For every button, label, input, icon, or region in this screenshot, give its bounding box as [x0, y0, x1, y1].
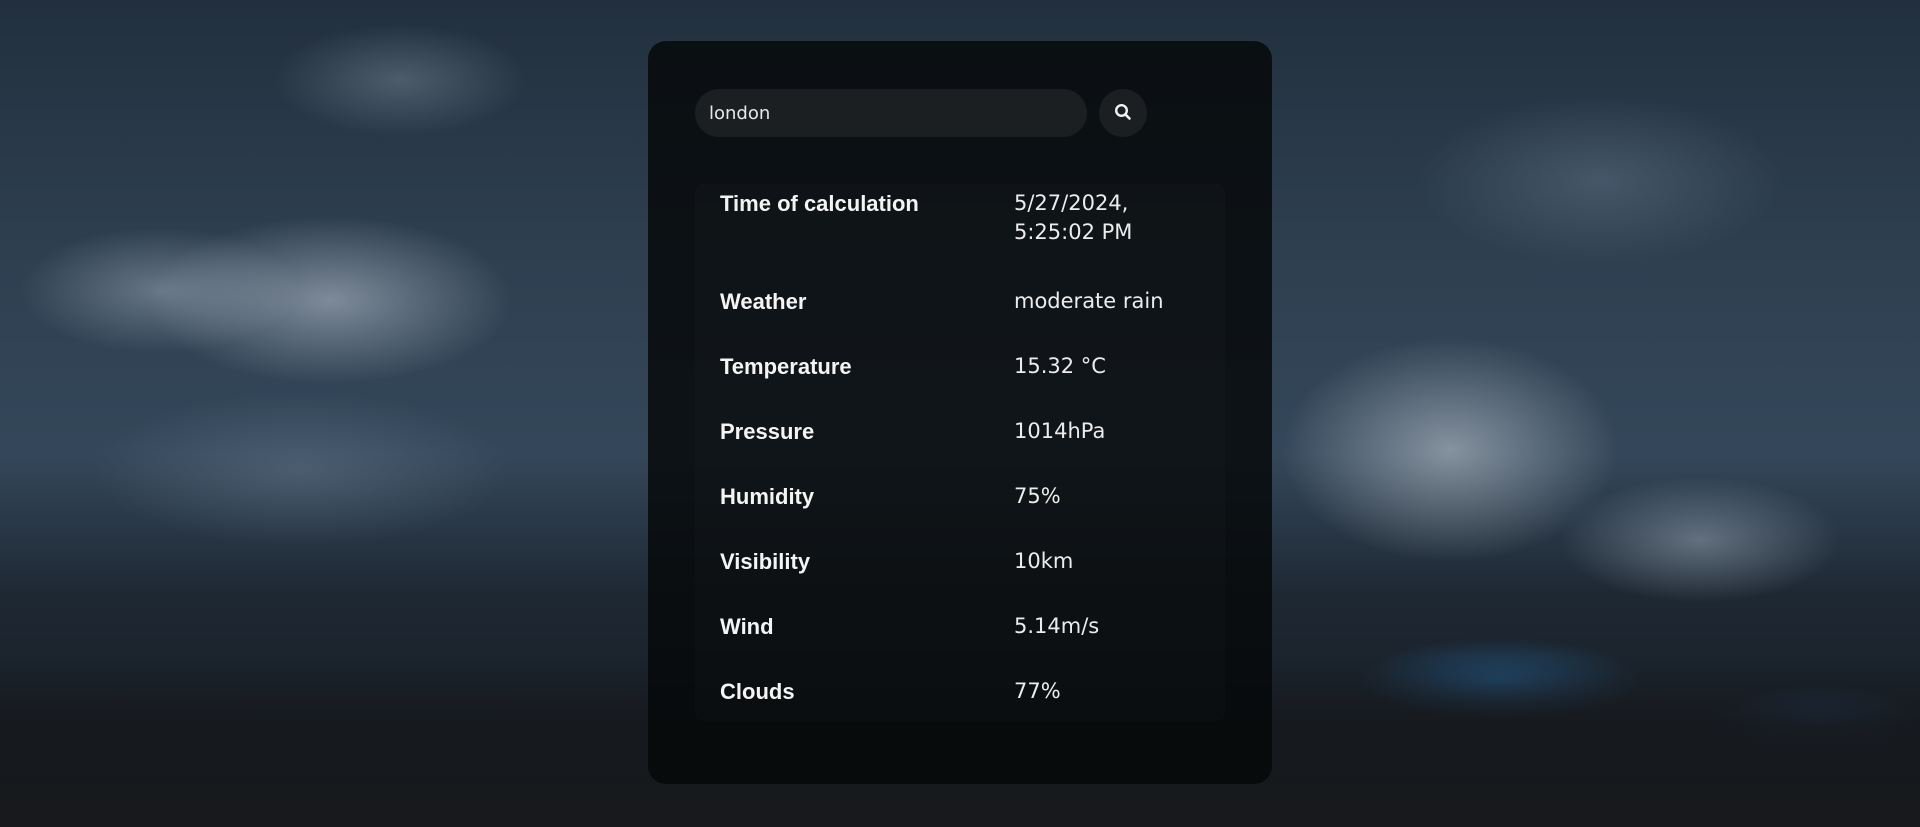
info-row-temperature: Temperature 15.32 °C — [695, 331, 1225, 396]
row-value: 5/27/2024, 5:25:02 PM — [1014, 191, 1133, 244]
info-row-visibility: Visibility 10km — [695, 526, 1225, 591]
row-value: 10km — [1014, 549, 1074, 573]
row-label: Weather — [720, 289, 807, 314]
info-row-wind: Wind 5.14m/s — [695, 591, 1225, 656]
row-value: 15.32 °C — [1014, 354, 1106, 378]
info-row-pressure: Pressure 1014hPa — [695, 396, 1225, 461]
row-label: Clouds — [720, 679, 795, 704]
info-row-humidity: Humidity 75% — [695, 461, 1225, 526]
row-label: Temperature — [720, 354, 852, 379]
weather-info-table: Time of calculation 5/27/2024, 5:25:02 P… — [695, 184, 1225, 721]
search-bar — [695, 89, 1147, 137]
city-search-input[interactable] — [695, 89, 1087, 137]
row-value: 75% — [1014, 484, 1061, 508]
search-icon — [1114, 103, 1132, 124]
row-label: Time of calculation — [720, 191, 919, 216]
weather-card: Time of calculation 5/27/2024, 5:25:02 P… — [648, 41, 1272, 784]
info-row-weather: Weather moderate rain — [695, 266, 1225, 331]
row-value: moderate rain — [1014, 289, 1164, 313]
search-button[interactable] — [1099, 89, 1147, 137]
row-label: Wind — [720, 614, 774, 639]
info-row-clouds: Clouds 77% — [695, 656, 1225, 721]
row-value: 1014hPa — [1014, 419, 1106, 443]
row-label: Humidity — [720, 484, 815, 509]
row-value: 5.14m/s — [1014, 614, 1100, 638]
row-label: Pressure — [720, 419, 815, 444]
info-row-time: Time of calculation 5/27/2024, 5:25:02 P… — [695, 184, 1225, 266]
row-label: Visibility — [720, 549, 811, 574]
row-value: 77% — [1014, 679, 1061, 703]
